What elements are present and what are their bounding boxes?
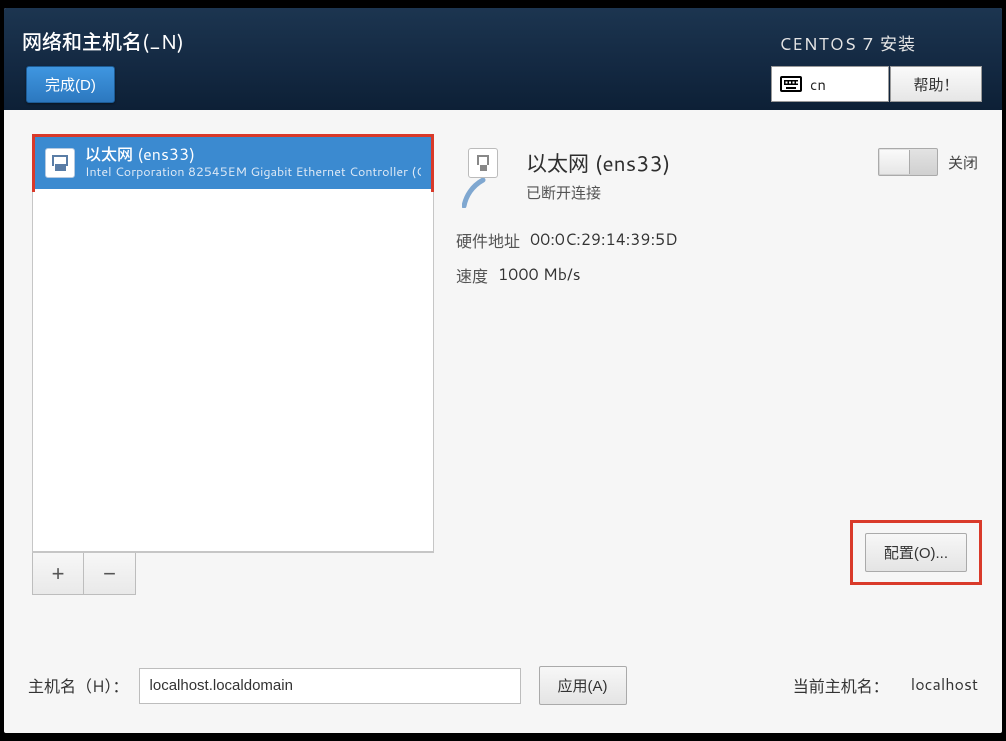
device-item-name: 以太网 (ens33)	[85, 145, 421, 165]
device-item-text: 以太网 (ens33) Intel Corporation 82545EM Gi…	[85, 145, 421, 181]
connection-status-icon	[454, 148, 512, 208]
disconnected-cable-icon	[462, 178, 504, 208]
device-detail-header: 以太网 (ens33) 已断开连接 关闭	[454, 148, 978, 208]
device-list-item[interactable]: 以太网 (ens33) Intel Corporation 82545EM Gi…	[35, 137, 431, 189]
add-device-button[interactable]: +	[32, 553, 84, 595]
keyboard-layout-label: cn	[810, 74, 826, 95]
device-detail-panel: 以太网 (ens33) 已断开连接 关闭 硬件地址 00:0C:29:14:39…	[454, 148, 978, 298]
hostname-row: 主机名（H）： 应用(A) 当前主机名： localhost	[28, 666, 978, 705]
device-list-toolbar: + −	[32, 552, 434, 595]
toggle-thumb	[880, 150, 910, 174]
ethernet-icon	[45, 148, 75, 178]
device-properties: 硬件地址 00:0C:29:14:39:5D 速度 1000 Mb/s	[456, 228, 978, 288]
configure-button[interactable]: 配置(O)...	[865, 533, 967, 572]
device-detail-status: 已断开连接	[526, 182, 670, 203]
hw-address-value: 00:0C:29:14:39:5D	[530, 228, 678, 253]
device-list-highlight-frame: 以太网 (ens33) Intel Corporation 82545EM Gi…	[32, 134, 434, 192]
spoke-body: 以太网 (ens33) Intel Corporation 82545EM Gi…	[4, 110, 1002, 733]
hostname-input[interactable]	[139, 668, 521, 704]
speed-row: 速度 1000 Mb/s	[456, 263, 978, 288]
hw-address-row: 硬件地址 00:0C:29:14:39:5D	[456, 228, 978, 253]
help-button[interactable]: 帮助！	[890, 66, 982, 102]
device-detail-title: 以太网 (ens33)	[526, 148, 670, 178]
device-list-panel: 以太网 (ens33) Intel Corporation 82545EM Gi…	[32, 134, 434, 595]
distribution-banner: CENTOS 7 安装	[779, 30, 916, 56]
configure-highlight-frame: 配置(O)...	[850, 520, 982, 585]
keyboard-icon	[780, 76, 802, 92]
hostname-label: 主机名（H）：	[28, 673, 129, 698]
hw-address-label: 硬件地址	[456, 228, 520, 253]
speed-value: 1000 Mb/s	[498, 263, 581, 288]
device-item-description: Intel Corporation 82545EM Gigabit Ethern…	[85, 165, 421, 181]
network-hostname-spoke: 网络和主机名(_N) 完成(D) CENTOS 7 安装 cn 帮助！ 以太网 …	[4, 8, 1002, 733]
page-title: 网络和主机名(_N)	[22, 26, 184, 56]
connection-toggle-row: 关闭	[878, 148, 978, 176]
current-hostname-value: localhost	[911, 673, 978, 698]
speed-label: 速度	[456, 263, 488, 288]
current-hostname-label: 当前主机名：	[793, 673, 889, 698]
remove-device-button[interactable]: −	[84, 553, 136, 595]
current-hostname-block: 当前主机名： localhost	[793, 673, 978, 698]
connection-toggle-label: 关闭	[948, 152, 978, 173]
device-list-empty-area[interactable]	[32, 192, 434, 552]
done-button[interactable]: 完成(D)	[26, 66, 115, 103]
hostname-apply-button[interactable]: 应用(A)	[539, 666, 627, 705]
ethernet-port-icon	[468, 148, 498, 178]
connection-toggle-switch[interactable]	[878, 148, 938, 176]
device-detail-title-block: 以太网 (ens33) 已断开连接	[526, 148, 670, 203]
anaconda-header: 网络和主机名(_N) 完成(D) CENTOS 7 安装 cn 帮助！	[4, 8, 1002, 110]
keyboard-layout-indicator[interactable]: cn	[771, 66, 889, 102]
